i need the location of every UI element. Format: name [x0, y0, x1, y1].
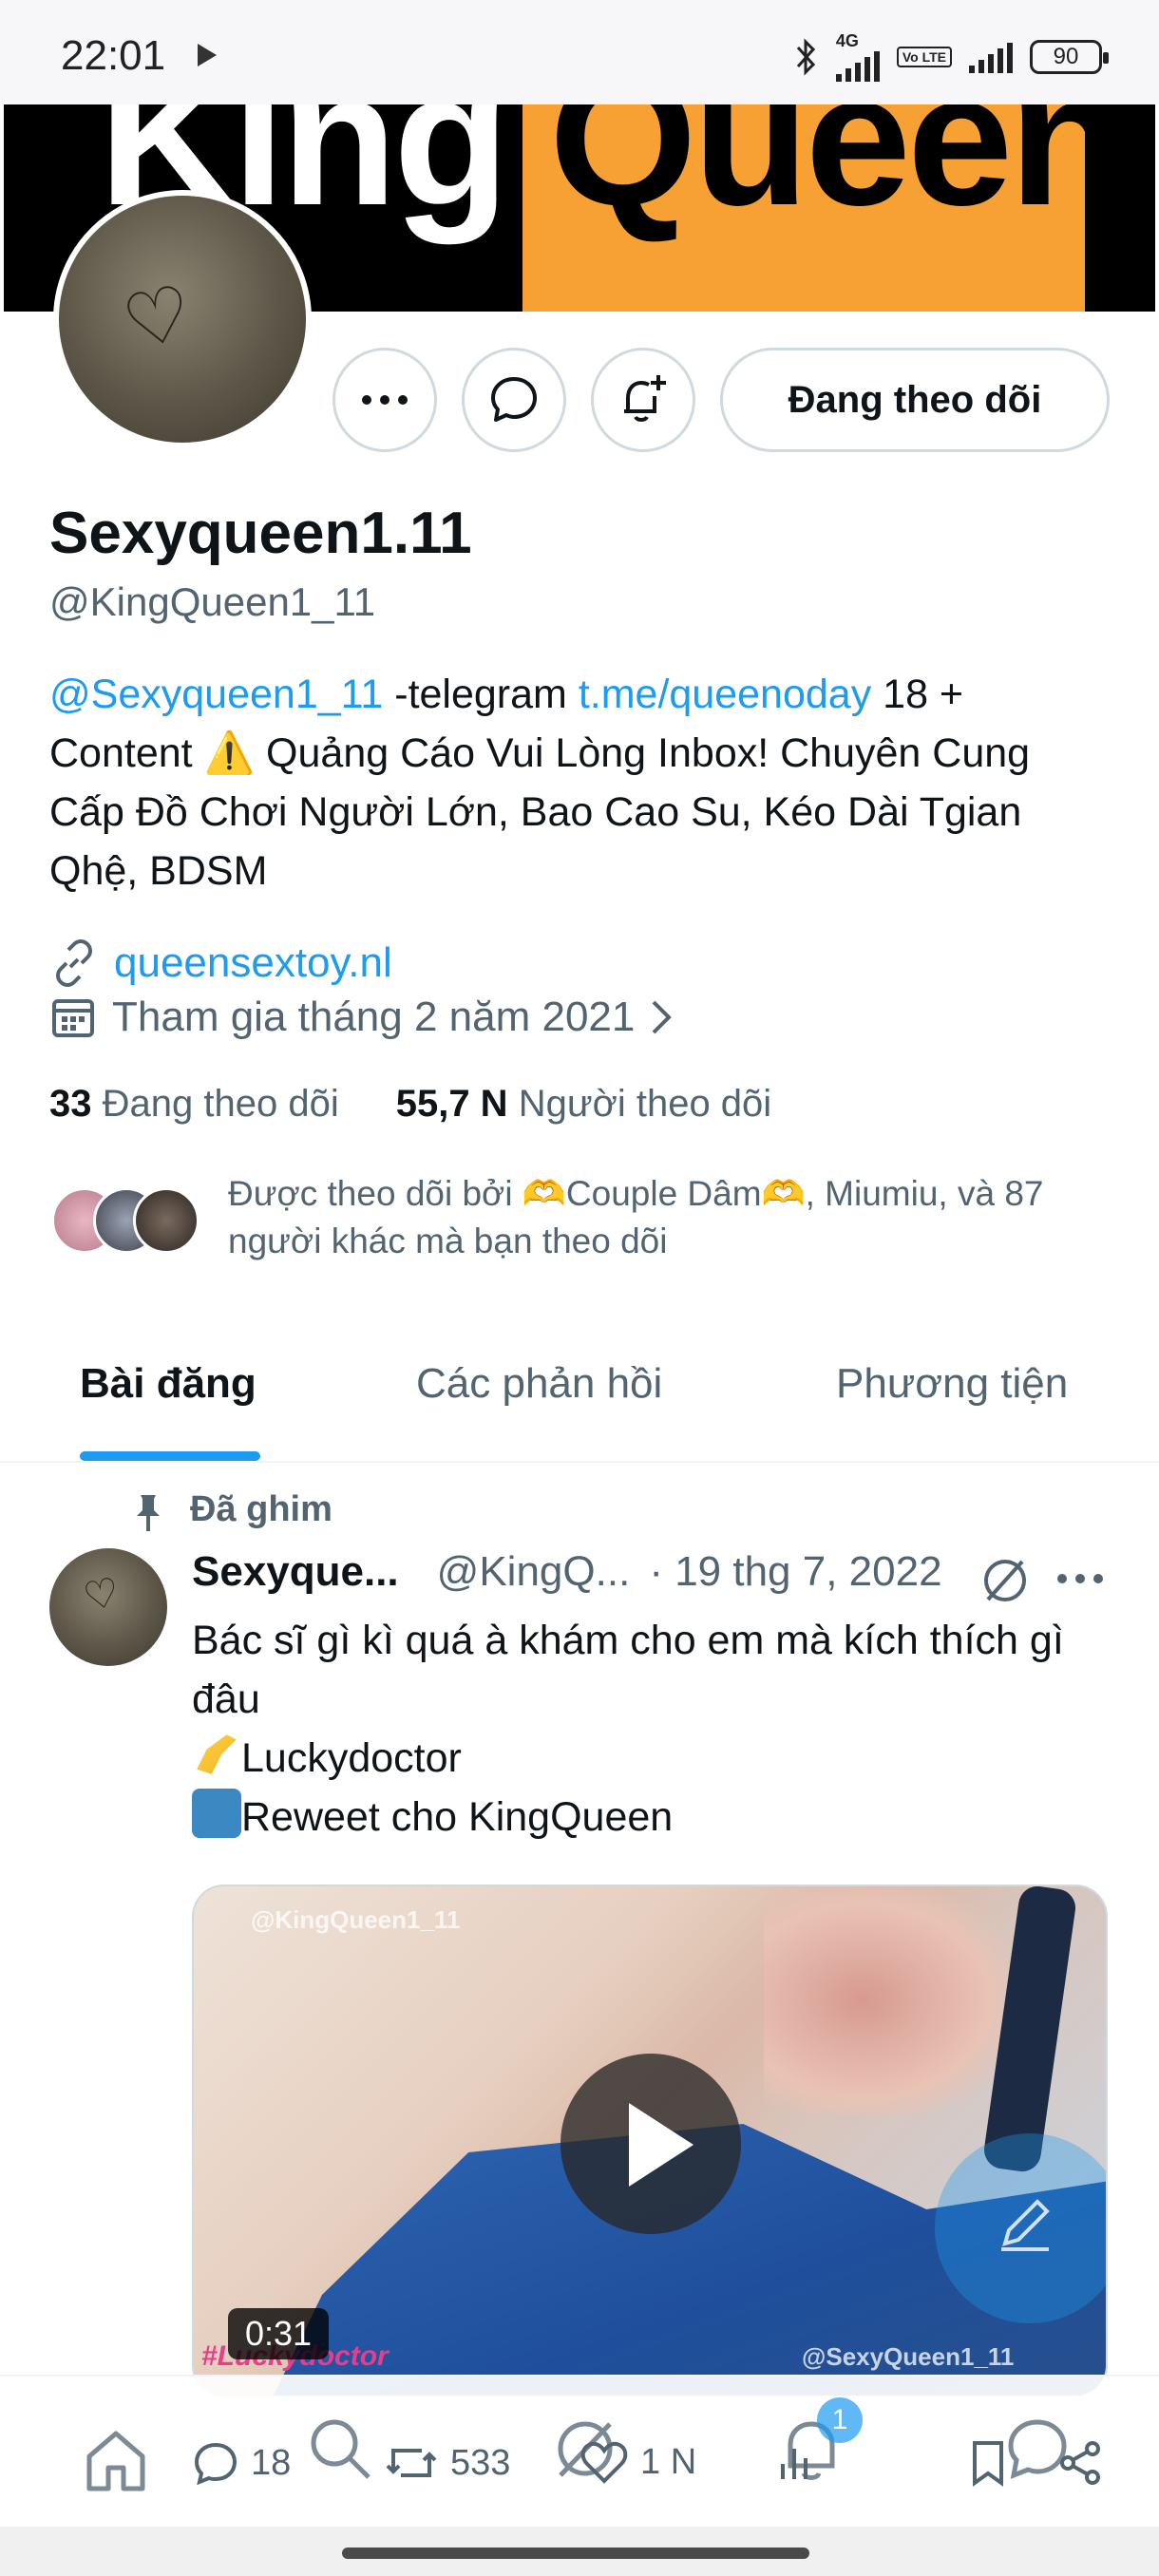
- website-row: queensextoy.nl: [49, 938, 392, 988]
- status-bar: 22:01 4G Vo LTE 90: [0, 0, 1159, 104]
- cell-signal-icon: 4G: [835, 31, 880, 82]
- chevron-right-icon: [652, 1000, 673, 1034]
- video-duration: 0:31: [228, 2308, 330, 2359]
- network-type: 4G: [835, 31, 859, 50]
- followed-by-text[interactable]: Được theo dõi bởi 🫶Couple Dâm🫶, Miumiu, …: [228, 1170, 1121, 1265]
- follow-stats: 33 Đang theo dõi 55,7 N Người theo dõi: [49, 1083, 771, 1126]
- tab-replies[interactable]: Các phản hồi: [416, 1360, 662, 1408]
- tweet-header: Sexyque... @KingQ... · 19 thg 7, 2022: [192, 1548, 942, 1596]
- message-bubble-icon: [491, 377, 537, 422]
- reply-count: 18: [251, 2442, 292, 2483]
- followers-label: Người theo dõi: [518, 1083, 772, 1125]
- profile-tabs: Bài đăng Các phản hồi Phương tiện: [0, 1339, 1159, 1463]
- tweet-author-handle[interactable]: @KingQ...: [437, 1548, 631, 1596]
- warning-emoji: ⚠️: [203, 730, 256, 776]
- battery-icon: 90: [1030, 40, 1109, 74]
- home-icon[interactable]: [80, 2424, 152, 2496]
- share-icon: [1060, 2441, 1100, 2485]
- compose-pen-icon: [1001, 2199, 1050, 2251]
- tweet-line-2: Luckydoctor: [241, 1735, 462, 1781]
- mutual-follower-avatar: [133, 1187, 200, 1254]
- followers-stat[interactable]: 55,7 N Người theo dõi: [396, 1083, 771, 1126]
- media-playing-icon: [198, 44, 217, 66]
- status-icons: 4G Vo LTE 90: [794, 31, 1109, 82]
- calendar-icon: [52, 999, 94, 1037]
- pinned-label: Đã ghim: [190, 1489, 332, 1529]
- bio-telegram-link[interactable]: t.me/queenoday: [579, 672, 871, 717]
- bio-text-1: -telegram: [383, 672, 579, 717]
- like-count: 1 N: [640, 2441, 697, 2482]
- retweet-action[interactable]: 533: [384, 2439, 510, 2487]
- joined-row[interactable]: Tham gia tháng 2 năm 2021: [49, 994, 673, 1041]
- followers-count: 55,7 N: [395, 1083, 508, 1125]
- profile-handle: @KingQueen1_11: [49, 579, 376, 624]
- notifications-subscribe-button[interactable]: [591, 348, 695, 452]
- tweet-date[interactable]: · 19 thg 7, 2022: [649, 1548, 941, 1596]
- active-tab-indicator: [80, 1451, 260, 1461]
- tab-media[interactable]: Phương tiện: [836, 1360, 1068, 1408]
- bookmark-action[interactable]: [969, 2439, 1007, 2487]
- like-action[interactable]: 1 N: [580, 2439, 696, 2485]
- notification-badge: 1: [817, 2397, 863, 2443]
- video-watermark-bottom: @SexyQueen1_11: [802, 2342, 1015, 2371]
- retweet-icon: [386, 2449, 437, 2477]
- display-name: Sexyqueen1.11: [49, 501, 472, 566]
- more-options-button[interactable]: [332, 348, 437, 452]
- repeat-emoji-icon: [192, 1789, 241, 1838]
- more-icon: [362, 395, 408, 405]
- play-icon: [629, 2103, 694, 2187]
- tweet-line-3: Reweet cho KingQueen: [241, 1794, 674, 1840]
- video-frame-detail: [764, 1886, 1011, 2114]
- joined-date: Tham gia tháng 2 năm 2021: [112, 994, 636, 1040]
- pin-icon: [137, 1495, 160, 1531]
- home-gesture-bar[interactable]: [342, 2548, 809, 2559]
- tweet-text: Bác sĩ gì kì quá à khám cho em mà kích t…: [192, 1611, 1104, 1847]
- following-label: Đang theo dõi: [102, 1083, 339, 1125]
- views-chart-icon: [781, 2449, 808, 2479]
- tab-posts[interactable]: Bài đăng: [80, 1360, 256, 1408]
- tweet-video[interactable]: @KingQueen1_11 @SexyQueen1_11 #Luckydoct…: [192, 1885, 1108, 2397]
- bluetooth-icon: [796, 38, 815, 76]
- grok-icon[interactable]: [978, 1554, 1032, 1607]
- search-icon[interactable]: [304, 2413, 376, 2485]
- tweet-more-icon[interactable]: [1056, 1573, 1104, 1584]
- battery-level: 90: [1053, 44, 1079, 69]
- bio-mention-link[interactable]: @Sexyqueen1_11: [49, 672, 383, 717]
- heart-icon: [580, 2441, 628, 2484]
- following-button[interactable]: Đang theo dõi: [720, 348, 1110, 452]
- banana-emoji-icon: [197, 1734, 237, 1774]
- retweet-count: 533: [450, 2442, 511, 2483]
- video-watermark-top: @KingQueen1_11: [251, 1905, 461, 1934]
- bookmark-icon: [973, 2441, 1003, 2487]
- message-button[interactable]: [462, 348, 566, 452]
- play-button[interactable]: [560, 2054, 741, 2234]
- status-time: 22:01: [61, 32, 166, 79]
- reply-icon: [194, 2442, 238, 2486]
- following-count: 33: [49, 1083, 92, 1125]
- reply-action[interactable]: 18: [192, 2439, 291, 2487]
- link-icon: [56, 939, 92, 987]
- banner-text-queen: Queen: [549, 104, 1125, 245]
- cell-signal-2-icon: [969, 41, 1013, 73]
- views-action[interactable]: [775, 2439, 819, 2483]
- following-stat[interactable]: 33 Đang theo dõi: [49, 1083, 339, 1126]
- tweet-line-1: Bác sĩ gì kì quá à khám cho em mà kích t…: [192, 1618, 1064, 1722]
- share-action[interactable]: [1056, 2439, 1104, 2487]
- profile-bio: @Sexyqueen1_11 -telegram t.me/queenoday …: [49, 665, 1113, 900]
- volte-badge: Vo LTE: [896, 47, 952, 67]
- bell-plus-icon: [624, 375, 666, 422]
- website-link[interactable]: queensextoy.nl: [114, 939, 392, 987]
- tweet-author-name[interactable]: Sexyque...: [192, 1548, 399, 1596]
